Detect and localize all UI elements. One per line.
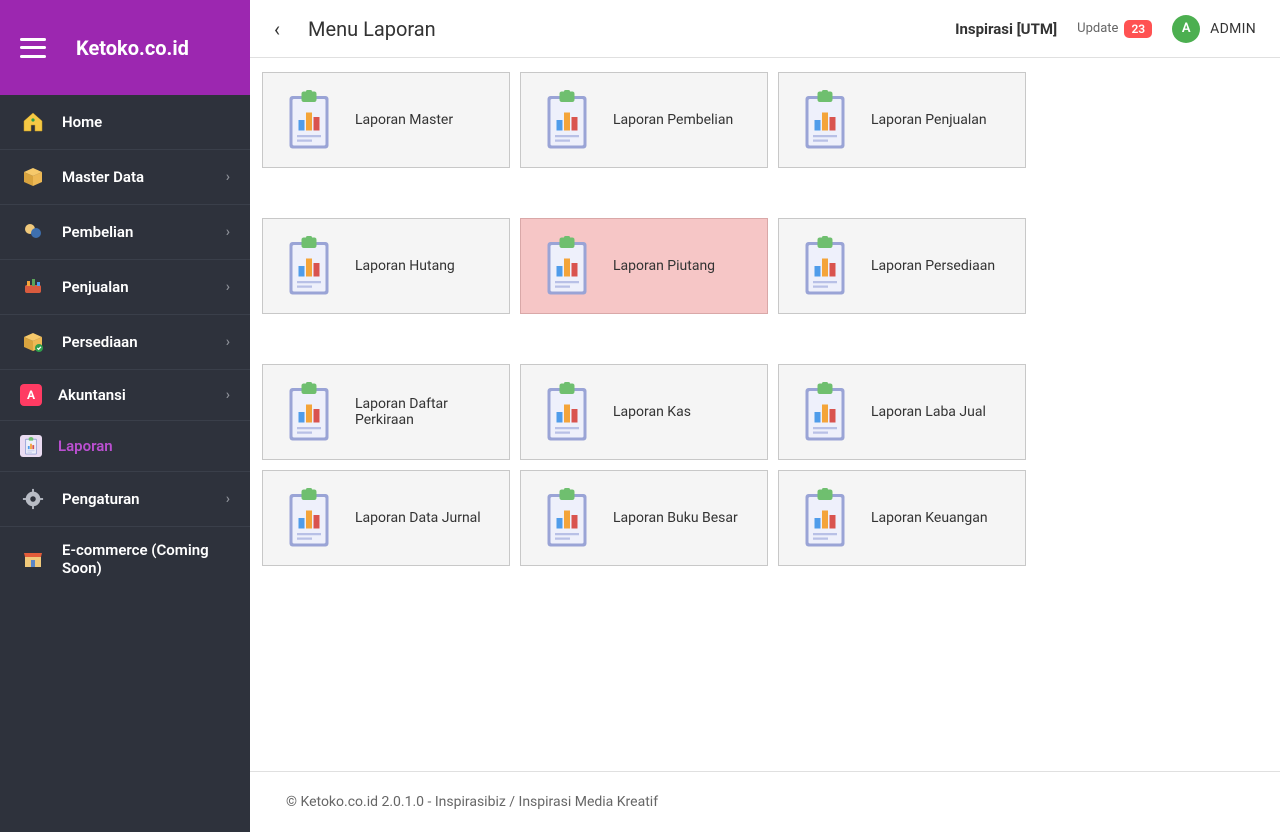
- update-badge: 23: [1124, 20, 1152, 38]
- card-laporan-hutang[interactable]: Laporan Hutang: [262, 218, 510, 314]
- card-laporan-data-jurnal[interactable]: Laporan Data Jurnal: [262, 470, 510, 566]
- card-label: Laporan Daftar Perkiraan: [355, 396, 493, 428]
- report-clipboard-icon: [279, 382, 339, 442]
- card-laporan-buku-besar[interactable]: Laporan Buku Besar: [520, 470, 768, 566]
- card-label: Laporan Master: [355, 112, 453, 128]
- sidebar-item-master-data[interactable]: Master Data ›: [0, 149, 250, 204]
- card-laporan-piutang[interactable]: Laporan Piutang: [520, 218, 768, 314]
- card-laporan-persediaan[interactable]: Laporan Persediaan: [778, 218, 1026, 314]
- sidebar-item-ecommerce[interactable]: E-commerce (Coming Soon): [0, 526, 250, 591]
- card-label: Laporan Hutang: [355, 258, 455, 274]
- avatar: A: [1172, 15, 1200, 43]
- report-clipboard-icon: [795, 488, 855, 548]
- topbar: ‹ Menu Laporan Inspirasi [UTM] Update 23…: [250, 0, 1280, 58]
- card-label: Laporan Kas: [613, 404, 691, 420]
- card-laporan-laba-jual[interactable]: Laporan Laba Jual: [778, 364, 1026, 460]
- content: Laporan Master Laporan Pembelian Laporan…: [250, 58, 1280, 771]
- chevron-right-icon: ›: [226, 224, 230, 240]
- topbar-right: Inspirasi [UTM] Update 23 A ADMIN: [955, 15, 1256, 43]
- sidebar-item-pengaturan[interactable]: Pengaturan ›: [0, 471, 250, 526]
- sidebar-item-label: Laporan: [58, 437, 230, 455]
- shop-icon: [20, 546, 46, 572]
- main: ‹ Menu Laporan Inspirasi [UTM] Update 23…: [250, 0, 1280, 832]
- footer-text: © Ketoko.co.id 2.0.1.0 - Inspirasibiz / …: [286, 794, 658, 810]
- report-clipboard-icon: [537, 488, 597, 548]
- sidebar-item-label: Persediaan: [62, 333, 226, 351]
- purchase-icon: [20, 219, 46, 245]
- report-clipboard-icon: [279, 488, 339, 548]
- menu-toggle-icon[interactable]: [20, 38, 46, 58]
- box-icon: [20, 164, 46, 190]
- org-name: Inspirasi [UTM]: [955, 20, 1057, 38]
- brand-title: Ketoko.co.id: [76, 36, 189, 60]
- update-label: Update: [1077, 21, 1118, 36]
- sidebar-item-akuntansi[interactable]: A Akuntansi ›: [0, 369, 250, 420]
- sidebar-item-label: Penjualan: [62, 278, 226, 296]
- report-clipboard-icon: [537, 236, 597, 296]
- sidebar-item-label: E-commerce (Coming Soon): [62, 541, 230, 577]
- sidebar-item-label: Pembelian: [62, 223, 226, 241]
- sidebar: Ketoko.co.id Home Master Data › Pe: [0, 0, 250, 832]
- sidebar-item-persediaan[interactable]: Persediaan ›: [0, 314, 250, 369]
- brand-bar: Ketoko.co.id: [0, 0, 250, 95]
- user-menu[interactable]: A ADMIN: [1172, 15, 1256, 43]
- sidebar-item-label: Home: [62, 113, 230, 131]
- chevron-right-icon: ›: [226, 491, 230, 507]
- sidebar-item-label: Master Data: [62, 168, 226, 186]
- sidebar-item-pembelian[interactable]: Pembelian ›: [0, 204, 250, 259]
- report-clipboard-icon: [537, 90, 597, 150]
- card-label: Laporan Piutang: [613, 258, 715, 274]
- sidebar-item-home[interactable]: Home: [0, 95, 250, 149]
- sidebar-item-label: Akuntansi: [58, 386, 226, 404]
- report-clipboard-icon: [795, 90, 855, 150]
- card-laporan-kas[interactable]: Laporan Kas: [520, 364, 768, 460]
- card-label: Laporan Laba Jual: [871, 404, 986, 420]
- report-clipboard-icon: [795, 236, 855, 296]
- report-icon: [20, 435, 42, 457]
- card-laporan-pembelian[interactable]: Laporan Pembelian: [520, 72, 768, 168]
- card-label: Laporan Data Jurnal: [355, 510, 481, 526]
- card-laporan-master[interactable]: Laporan Master: [262, 72, 510, 168]
- page-title: Menu Laporan: [308, 17, 955, 41]
- card-label: Laporan Pembelian: [613, 112, 733, 128]
- report-clipboard-icon: [537, 382, 597, 442]
- chevron-right-icon: ›: [226, 169, 230, 185]
- chevron-right-icon: ›: [226, 334, 230, 350]
- gear-icon: [20, 486, 46, 512]
- sidebar-nav: Home Master Data › Pembelian ›: [0, 95, 250, 832]
- back-button[interactable]: ‹: [274, 17, 280, 41]
- card-laporan-daftar-perkiraan[interactable]: Laporan Daftar Perkiraan: [262, 364, 510, 460]
- report-grid: Laporan Master Laporan Pembelian Laporan…: [262, 72, 1268, 566]
- chevron-right-icon: ›: [226, 387, 230, 403]
- sidebar-item-penjualan[interactable]: Penjualan ›: [0, 259, 250, 314]
- sidebar-item-label: Pengaturan: [62, 490, 226, 508]
- inventory-icon: [20, 329, 46, 355]
- report-clipboard-icon: [795, 382, 855, 442]
- report-clipboard-icon: [279, 90, 339, 150]
- home-icon: [20, 109, 46, 135]
- accounting-icon: A: [20, 384, 42, 406]
- card-laporan-keuangan[interactable]: Laporan Keuangan: [778, 470, 1026, 566]
- chevron-right-icon: ›: [226, 279, 230, 295]
- sales-icon: [20, 274, 46, 300]
- sidebar-item-laporan[interactable]: Laporan: [0, 420, 250, 471]
- card-laporan-penjualan[interactable]: Laporan Penjualan: [778, 72, 1026, 168]
- card-label: Laporan Penjualan: [871, 112, 987, 128]
- report-clipboard-icon: [279, 236, 339, 296]
- footer: © Ketoko.co.id 2.0.1.0 - Inspirasibiz / …: [250, 771, 1280, 832]
- update-link[interactable]: Update 23: [1077, 20, 1152, 38]
- card-label: Laporan Buku Besar: [613, 510, 738, 526]
- card-label: Laporan Keuangan: [871, 510, 988, 526]
- username: ADMIN: [1210, 21, 1256, 37]
- card-label: Laporan Persediaan: [871, 258, 995, 274]
